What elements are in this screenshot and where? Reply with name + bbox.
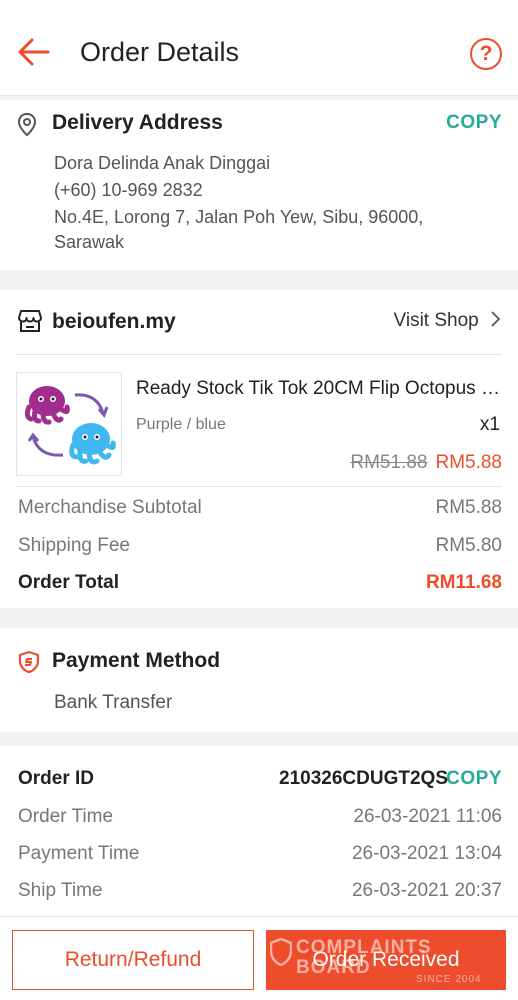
merchandise-subtotal-value: RM5.88 xyxy=(435,497,502,518)
shipping-fee-value: RM5.80 xyxy=(435,535,502,556)
order-id-value: 210326CDUGT2QS xyxy=(279,768,448,789)
address-line-2: Sarawak xyxy=(54,232,125,252)
copy-address-button[interactable]: COPY xyxy=(446,112,502,134)
delivery-address-section: Delivery Address COPY Dora Delinda Anak … xyxy=(0,100,518,270)
sale-price: RM5.88 xyxy=(435,452,502,473)
chevron-right-icon xyxy=(491,311,501,327)
payment-time-value: 26-03-2021 13:04 xyxy=(351,843,502,864)
return-refund-button[interactable]: Return/Refund xyxy=(12,930,254,990)
order-received-button[interactable]: COMPLAINTS BOARD SINCE 2004 Order Receiv… xyxy=(266,930,506,990)
page-title: Order Details xyxy=(80,37,240,67)
product-thumbnail[interactable] xyxy=(16,372,122,476)
shop-section: beioufen.my Visit Shop Ready Stock Tik T… xyxy=(0,290,518,608)
watermark-line3: SINCE 2004 xyxy=(416,974,482,985)
payment-method-section: Payment Method Bank Transfer xyxy=(0,628,518,732)
delivery-address-title: Delivery Address xyxy=(52,111,223,134)
location-pin-icon xyxy=(17,112,37,137)
divider xyxy=(16,354,502,355)
payment-method-value: Bank Transfer xyxy=(54,692,173,713)
order-time-label: Order Time xyxy=(18,806,114,827)
help-button[interactable]: ? xyxy=(470,38,502,70)
shield-logo-icon xyxy=(270,938,292,966)
ship-time-value: 26-03-2021 20:37 xyxy=(351,880,502,901)
order-total-value: RM11.68 xyxy=(425,572,502,593)
visit-shop-link[interactable]: Visit Shop xyxy=(394,310,502,332)
shop-icon xyxy=(18,310,42,332)
shipping-fee-label: Shipping Fee xyxy=(18,535,130,556)
product-quantity: x1 xyxy=(479,414,500,435)
copy-order-id-button[interactable]: COPY xyxy=(446,768,502,790)
back-button[interactable] xyxy=(14,34,54,70)
order-id-label: Order ID xyxy=(18,768,95,789)
original-price: RM51.88 xyxy=(350,452,428,473)
divider xyxy=(16,486,502,487)
order-time-value: 26-03-2021 11:06 xyxy=(353,806,502,827)
shield-payment-icon xyxy=(18,650,40,674)
shop-name[interactable]: beioufen.my xyxy=(52,310,176,334)
product-variation: Purple / blue xyxy=(136,416,226,433)
ship-time-label: Ship Time xyxy=(18,880,103,901)
payment-time-label: Payment Time xyxy=(18,843,140,864)
address-line-1: No.4E, Lorong 7, Jalan Poh Yew, Sibu, 96… xyxy=(54,207,424,227)
recipient-name: Dora Delinda Anak Dinggai xyxy=(54,153,271,173)
recipient-phone: (+60) 10-969 2832 xyxy=(54,180,203,200)
help-icon: ? xyxy=(479,42,493,65)
octopus-plush-image xyxy=(24,386,116,465)
merchandise-subtotal-label: Merchandise Subtotal xyxy=(18,497,202,518)
arrow-left-icon xyxy=(18,38,50,66)
order-received-label: Order Received xyxy=(312,948,460,971)
visit-shop-label: Visit Shop xyxy=(393,310,479,331)
order-total-label: Order Total xyxy=(18,572,119,593)
product-name[interactable]: Ready Stock Tik Tok 20CM Flip Octopus Pl… xyxy=(136,378,502,400)
order-info-section: Order ID 210326CDUGT2QS COPY Order Time … xyxy=(0,746,518,916)
payment-method-title: Payment Method xyxy=(52,649,221,672)
product-price-row: RM51.88 RM5.88 xyxy=(350,452,502,474)
bottom-action-bar: Return/Refund COMPLAINTS BOARD SINCE 200… xyxy=(0,916,518,1000)
app-header: Order Details ? xyxy=(0,0,518,96)
